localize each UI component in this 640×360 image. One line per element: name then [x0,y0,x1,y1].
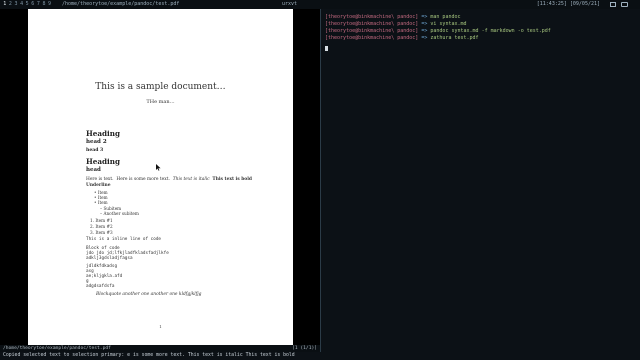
terminal-line: [theorytoe@binkmachine\ pandoc] => man p… [325,14,461,20]
battery-icon [621,2,628,7]
document-title: This is a sample document… [95,82,226,92]
heading-2: head 2 [86,139,107,145]
message-bar: Copied selected text to selection primar… [0,352,640,360]
top-bar: 1 2 3 4 5 6 7 8 9 /home/theorytoe/exampl… [0,0,640,9]
clock-time: [11:43:25] [536,1,567,7]
workspace-list: 1 2 3 4 5 6 7 8 9 [2,0,52,9]
shell-prompt: [theorytoe@binkmachine\ pandoc] [325,21,419,27]
shell-prompt: [theorytoe@binkmachine\ pandoc] [325,28,419,34]
paragraph-bold: This text is bold [212,177,252,182]
message-text: Copied selected text to selection primar… [3,353,295,358]
numbered-item: 3. Item #3 [90,230,113,235]
code-line: adklj3gdsladjfagsa [86,256,133,261]
clock-date: [09/05/21] [569,1,600,7]
prompt-arrow: => [421,28,428,34]
paragraph-plain: Here is text. [86,177,114,182]
bullet-item: • Item [94,200,108,205]
inline-code-line: This is a inline line of code [86,237,162,242]
pane-divider[interactable] [320,9,321,352]
heading-5: head [86,167,101,173]
pdf-viewer-pane[interactable]: This is a sample document… THe man… Head… [0,9,320,345]
status-file-path: /home/theorytoe/example/pandoc/test.pdf [3,346,111,351]
workspace-9[interactable]: 9 [47,0,53,9]
paragraph-more: Here is some more text. [116,177,170,182]
prompt-arrow: => [421,21,428,27]
shell-prompt: [theorytoe@binkmachine\ pandoc] [325,35,419,41]
heading-3: head 3 [86,148,104,153]
terminal-line: [theorytoe@binkmachine\ pandoc] => zathu… [325,35,479,41]
underline-text: Underline [86,183,111,188]
code-line: adgdsafdsfa [86,284,115,289]
terminal-line: [theorytoe@binkmachine\ pandoc] => vi sy… [325,21,467,27]
terminal-cursor [325,46,328,51]
numbered-item: 2. Item #2 [90,224,113,229]
pdf-page[interactable]: This is a sample document… THe man… Head… [28,9,293,345]
clock: [11:43:25] [09/05/21] [537,0,600,9]
sub-bullet-item: – Another subitem [100,211,139,216]
shell-prompt: [theorytoe@binkmachine\ pandoc] [325,14,419,20]
viewer-status-bar: /home/theorytoe/example/pandoc/test.pdf … [0,345,320,352]
heading-4: Heading [86,157,121,166]
shell-command: zathura test.pdf [430,35,479,41]
page-number: 1 [159,324,162,329]
status-page-counter: [1 (1/1)] [292,346,317,351]
focused-window-title: /home/theorytoe/example/pandoc/test.pdf [62,1,180,7]
prompt-arrow: => [421,14,428,20]
shell-command: vi syntax.md [430,21,467,27]
paragraph: Here is text. Here is some more text. Th… [86,177,252,182]
heading-1: Heading [86,129,121,138]
shell-command: man pandoc [430,14,461,20]
code-line: ae;kljgkla.afd [86,274,123,279]
paragraph-italic: This text is italic [172,177,210,182]
prompt-arrow: => [421,35,428,41]
terminal-line: [theorytoe@binkmachine\ pandoc] => pando… [325,28,551,34]
terminal-pane[interactable]: [theorytoe@binkmachine\ pandoc] => man p… [322,9,640,352]
volume-icon[interactable] [610,2,616,7]
numbered-item: 1. Item #1 [90,218,113,223]
blockquote: Blockquote another one another one kldfg… [96,292,202,297]
shell-command: pandoc syntax.md -f markdown -o test.pdf [430,28,551,34]
center-window-label: urxvt [282,1,298,7]
document-author: THe man… [146,99,175,105]
